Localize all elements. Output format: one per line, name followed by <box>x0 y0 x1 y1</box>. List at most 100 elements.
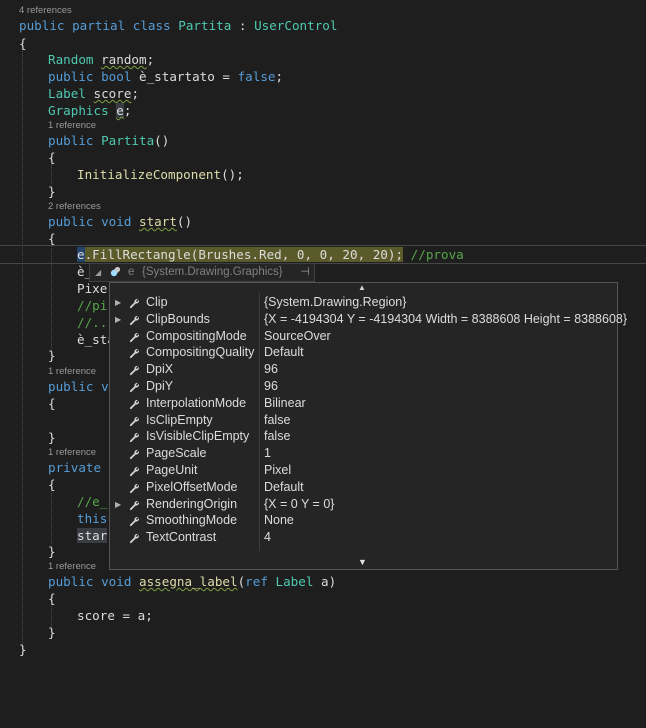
code-line-method1-decl[interactable]: public vo <box>48 378 116 395</box>
code-line-brace[interactable]: { <box>48 149 56 166</box>
code-line-brace[interactable]: { <box>19 35 27 52</box>
numbers: 0, 0, 20, 20 <box>296 247 388 262</box>
keyword: ref <box>245 574 276 589</box>
datatip-property-row[interactable]: ▶ RenderingOrigin {X = 0 Y = 0} <box>110 496 617 513</box>
property-name: PageUnit <box>146 463 198 477</box>
codelens-method2-references[interactable]: 1 reference <box>48 447 96 458</box>
code-line-score-assign[interactable]: score = a; <box>77 607 153 624</box>
codelens-start-references[interactable]: 2 references <box>48 201 101 212</box>
method-call: .FillRectangle( <box>84 247 199 262</box>
property-value[interactable]: false <box>264 412 290 429</box>
code-line-brace[interactable]: { <box>48 476 56 493</box>
datatip-property-row[interactable]: PageScale 1 <box>110 445 617 462</box>
codelens-ctor-references[interactable]: 1 reference <box>48 120 96 131</box>
datatip-property-row[interactable]: DpiX 96 <box>110 361 617 378</box>
datatip-property-row[interactable]: DpiY 96 <box>110 378 617 395</box>
datatip-header[interactable]: ◢ e {System.Drawing.Graphics} ⊣ <box>89 263 315 282</box>
keyword: public void <box>48 574 139 589</box>
property-name: CompositingQuality <box>146 345 255 360</box>
code-line-ctor[interactable]: public Partita() <box>48 132 169 149</box>
codelens-class-references[interactable]: 4 references <box>19 5 72 16</box>
code-line-fillrectangle[interactable]: e.FillRectangle(Brushes.Red, 0, 0, 20, 2… <box>77 246 464 263</box>
datatip-panel[interactable]: ▲ ▶ Clip {System.Drawing.Region} ▶ ClipBound… <box>109 282 627 570</box>
property-value[interactable]: Default <box>264 479 304 496</box>
expand-arrow-icon[interactable]: ▶ <box>115 496 121 513</box>
code-line-partial[interactable]: Pixe <box>77 280 107 297</box>
code-line-brace[interactable]: } <box>48 183 56 200</box>
code-line-field-graphics[interactable]: Graphics e; <box>48 102 131 119</box>
code-line-start-decl[interactable]: public void start() <box>48 213 192 230</box>
code-line-brace[interactable]: { <box>48 395 56 412</box>
property-wrench-icon <box>129 381 140 393</box>
code-line-brace[interactable]: } <box>48 347 56 364</box>
property-value[interactable]: 96 <box>264 361 278 378</box>
datatip-property-row[interactable]: PixelOffsetMode Default <box>110 479 617 496</box>
expand-arrow-icon[interactable]: ▶ <box>115 294 121 311</box>
expand-arrow-icon[interactable]: ▶ <box>115 311 121 328</box>
punct: ; <box>131 86 140 101</box>
property-name: Clip <box>146 295 168 309</box>
property-value[interactable]: false <box>264 428 290 445</box>
code-line-brace[interactable]: } <box>48 624 56 641</box>
property-value[interactable]: None <box>264 512 294 529</box>
method-name: assegna_label <box>139 574 238 589</box>
code-line-brace[interactable]: } <box>48 429 56 446</box>
scroll-up-icon[interactable]: ▲ <box>358 284 366 292</box>
code-line-init[interactable]: InitializeComponent(); <box>77 166 244 183</box>
code-line-field-score[interactable]: Label score; <box>48 85 139 102</box>
code-line-partial-comment[interactable]: //e_ <box>77 493 107 510</box>
code-line-partial-comment[interactable]: //pi <box>77 297 107 314</box>
type-name: Graphics <box>48 103 109 118</box>
code-line-brace[interactable]: } <box>48 543 56 560</box>
datatip-property-row[interactable]: PageUnit Pixel <box>110 462 617 479</box>
property-wrench-icon <box>129 515 140 527</box>
code-line-partial-comment[interactable]: //.. <box>77 314 107 331</box>
scroll-down-icon[interactable]: ▼ <box>358 558 367 567</box>
datatip-property-row[interactable]: IsVisibleClipEmpty false <box>110 428 617 445</box>
code-line-assegna-decl[interactable]: public void assegna_label(ref Label a) <box>48 573 336 590</box>
property-value[interactable]: SourceOver <box>264 328 331 345</box>
property-value[interactable]: 4 <box>264 529 271 546</box>
property-wrench-icon <box>129 431 140 443</box>
property-value[interactable]: Default <box>264 344 304 361</box>
property-value[interactable]: 1 <box>264 445 271 462</box>
property-value[interactable]: Pixel <box>264 462 291 479</box>
property-value[interactable]: {X = -4194304 Y = -4194304 Width = 83886… <box>264 311 627 328</box>
property-value[interactable]: {X = 0 Y = 0} <box>264 496 334 513</box>
codelens-method1-references[interactable]: 1 reference <box>48 366 96 377</box>
code-line-brace[interactable]: { <box>48 590 56 607</box>
property-name: PageScale <box>146 446 207 461</box>
datatip-property-row[interactable]: ▶ Clip {System.Drawing.Region} <box>110 294 617 311</box>
type-name: Random <box>48 52 94 67</box>
datatip-property-row[interactable]: SmoothingMode None <box>110 512 617 529</box>
code-line-partial[interactable]: this <box>77 510 107 527</box>
datatip-property-row[interactable]: CompositingMode SourceOver <box>110 328 617 345</box>
property-value[interactable]: 96 <box>264 378 278 395</box>
property-name: InterpolationMode <box>146 395 247 410</box>
datatip-property-row[interactable]: IsClipEmpty false <box>110 412 617 429</box>
datatip-property-row[interactable]: ▶ ClipBounds {X = -4194304 Y = -4194304 Wi… <box>110 311 627 328</box>
datatip-property-row[interactable]: TextContrast 4 <box>110 529 617 546</box>
code-line-partial[interactable]: star <box>77 527 108 544</box>
pin-icon[interactable]: ⊣ <box>300 264 310 281</box>
code-line-field-startato[interactable]: public bool è_startato = false; <box>48 68 283 85</box>
code-line-method2-decl[interactable]: private v <box>48 459 116 476</box>
keyword: public bool <box>48 69 139 84</box>
property-value[interactable]: {System.Drawing.Region} <box>264 294 406 311</box>
comment: //prova <box>403 247 464 262</box>
identifier-e[interactable]: e <box>77 247 85 262</box>
code-line-brace[interactable]: } <box>19 641 27 658</box>
codelens-assegna-references[interactable]: 1 reference <box>48 561 96 572</box>
keyword: public void <box>48 214 139 229</box>
code-line-field-random[interactable]: Random random; <box>48 51 154 68</box>
collapse-arrow-icon[interactable]: ◢ <box>95 264 101 281</box>
brace: { <box>19 36 27 51</box>
property-wrench-icon <box>129 465 140 477</box>
keyword: public <box>48 133 102 148</box>
datatip-property-row[interactable]: CompositingQuality Default <box>110 344 617 361</box>
code-line-brace[interactable]: { <box>48 230 56 247</box>
property-value[interactable]: Bilinear <box>264 395 306 412</box>
code-line-class-decl[interactable]: public partial class Partita : UserContr… <box>19 17 337 34</box>
datatip-property-row[interactable]: InterpolationMode Bilinear <box>110 395 617 412</box>
punct: ; <box>275 69 284 84</box>
